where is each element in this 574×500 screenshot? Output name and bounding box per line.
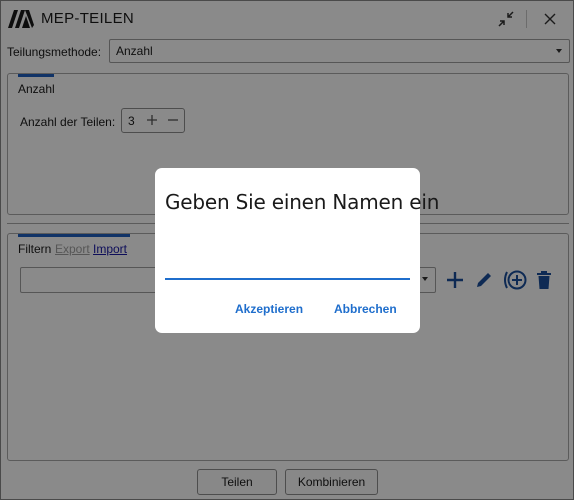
- dialog-title: Geben Sie einen Namen ein: [165, 190, 440, 214]
- accept-button[interactable]: Akzeptieren: [235, 302, 303, 316]
- cancel-button[interactable]: Abbrechen: [334, 302, 397, 316]
- name-dialog: Geben Sie einen Namen ein Akzeptieren Ab…: [155, 168, 439, 333]
- name-input[interactable]: [165, 252, 410, 280]
